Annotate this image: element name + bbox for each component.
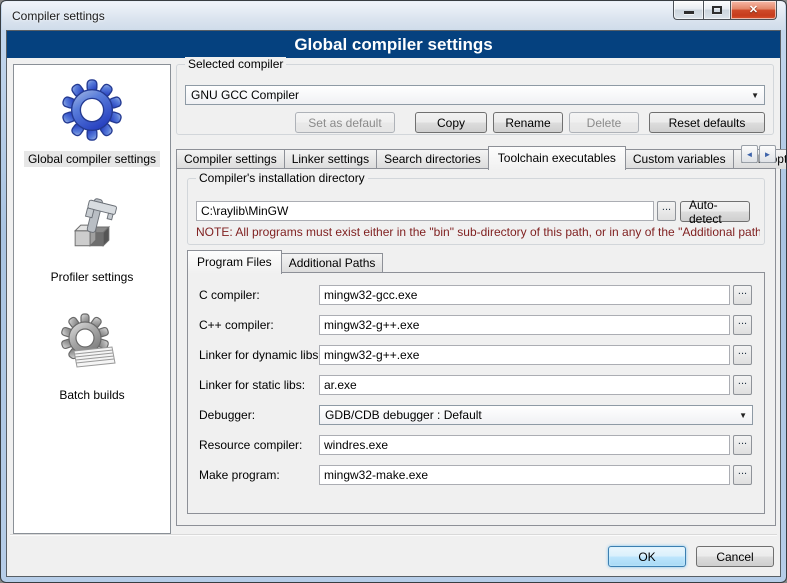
dialog-footer: OK Cancel: [7, 546, 774, 570]
settings-sidebar: Global compiler settings: [13, 64, 171, 534]
compiler-select[interactable]: GNU GCC Compiler ▼: [185, 85, 765, 105]
sidebar-item-profiler-settings[interactable]: Profiler settings: [14, 195, 170, 285]
chevron-down-icon: ▼: [751, 92, 759, 100]
static-linker-input[interactable]: [319, 375, 730, 395]
close-icon: ✕: [749, 5, 758, 16]
rename-button[interactable]: Rename: [493, 112, 563, 133]
page-title: Global compiler settings: [294, 35, 492, 55]
tab-toolchain-executables[interactable]: Toolchain executables: [488, 146, 626, 170]
field-label: C compiler:: [199, 288, 319, 302]
window-title: Compiler settings: [12, 9, 105, 23]
blue-gear-icon: [61, 79, 123, 141]
dialog-client-area: Global compiler settings: [6, 30, 781, 577]
selected-compiler-group-label: Selected compiler: [185, 57, 286, 71]
sidebar-item-global-compiler-settings[interactable]: Global compiler settings: [14, 79, 170, 167]
browse-resource-compiler-button[interactable]: ...: [733, 435, 752, 455]
dynamic-linker-input[interactable]: [319, 345, 730, 365]
tab-search-directories[interactable]: Search directories: [376, 149, 489, 169]
field-label: Make program:: [199, 468, 319, 482]
ok-button[interactable]: OK: [608, 546, 686, 567]
program-files-panel: C compiler: ... C++ compiler: ... Linker…: [187, 272, 765, 514]
field-row-resource-compiler: Resource compiler: ...: [188, 435, 764, 455]
tab-compiler-settings[interactable]: Compiler settings: [176, 149, 285, 169]
field-row-make-program: Make program: ...: [188, 465, 764, 485]
title-bar[interactable]: Compiler settings: [2, 2, 785, 30]
make-program-input[interactable]: [319, 465, 730, 485]
browse-directory-button[interactable]: ...: [657, 201, 676, 221]
field-row-cpp-compiler: C++ compiler: ...: [188, 315, 764, 335]
tab-custom-variables[interactable]: Custom variables: [625, 149, 734, 169]
caliper-icon: [62, 195, 122, 259]
program-subtabs: Program Files Additional Paths: [187, 252, 382, 273]
maximize-button[interactable]: [703, 1, 731, 20]
installation-directory-label: Compiler's installation directory: [196, 171, 368, 185]
browse-make-program-button[interactable]: ...: [733, 465, 752, 485]
compiler-select-value: GNU GCC Compiler: [191, 88, 299, 102]
set-as-default-button[interactable]: Set as default: [295, 112, 395, 133]
tab-scroll-left-icon[interactable]: ◄: [741, 145, 758, 163]
subtab-program-files[interactable]: Program Files: [187, 250, 282, 274]
reset-defaults-button[interactable]: Reset defaults: [649, 112, 765, 133]
maximize-icon: [712, 6, 722, 14]
installation-note: NOTE: All programs must exist either in …: [196, 225, 760, 239]
field-label: Linker for dynamic libs:: [199, 348, 319, 362]
delete-button[interactable]: Delete: [569, 112, 639, 133]
cpp-compiler-input[interactable]: [319, 315, 730, 335]
footer-divider: [10, 534, 777, 535]
copy-button[interactable]: Copy: [415, 112, 487, 133]
c-compiler-input[interactable]: [319, 285, 730, 305]
minimize-icon: [684, 11, 694, 14]
installation-directory-input[interactable]: [196, 201, 654, 221]
window-controls: ✕: [673, 1, 777, 20]
chevron-down-icon: ▼: [739, 412, 747, 420]
field-label: Linker for static libs:: [199, 378, 319, 392]
field-label: C++ compiler:: [199, 318, 319, 332]
field-label: Resource compiler:: [199, 438, 319, 452]
debugger-select[interactable]: GDB/CDB debugger : Default ▼: [319, 405, 753, 425]
toolchain-executables-panel: Compiler's installation directory ... Au…: [176, 168, 776, 526]
field-row-debugger: Debugger: GDB/CDB debugger : Default ▼: [188, 405, 764, 425]
cancel-button[interactable]: Cancel: [696, 546, 774, 567]
settings-tabs: Compiler settings Linker settings Search…: [176, 145, 776, 169]
field-row-c-compiler: C compiler: ...: [188, 285, 764, 305]
tab-linker-settings[interactable]: Linker settings: [284, 149, 377, 169]
compiler-actions: Set as default Copy Rename Delete Reset …: [185, 112, 765, 133]
debugger-select-value: GDB/CDB debugger : Default: [325, 408, 482, 422]
field-row-dynamic-linker: Linker for dynamic libs: ...: [188, 345, 764, 365]
gray-gear-papers-icon: [60, 313, 124, 377]
browse-c-compiler-button[interactable]: ...: [733, 285, 752, 305]
auto-detect-button[interactable]: Auto-detect: [680, 201, 750, 222]
compiler-settings-window: Compiler settings ✕ Global compiler sett…: [0, 0, 787, 583]
sidebar-item-batch-builds[interactable]: Batch builds: [14, 313, 170, 403]
installation-directory-group: Compiler's installation directory ... Au…: [187, 178, 765, 245]
resource-compiler-input[interactable]: [319, 435, 730, 455]
sidebar-item-label: Batch builds: [55, 387, 128, 403]
installation-directory-row: ... Auto-detect: [196, 201, 756, 221]
close-button[interactable]: ✕: [731, 1, 777, 20]
sidebar-item-label: Global compiler settings: [24, 151, 160, 167]
browse-static-linker-button[interactable]: ...: [733, 375, 752, 395]
dialog-header: Global compiler settings: [7, 31, 780, 58]
selected-compiler-group: Selected compiler GNU GCC Compiler ▼ Set…: [176, 64, 774, 135]
tab-scroll-right-icon[interactable]: ►: [759, 145, 776, 163]
sidebar-item-label: Profiler settings: [47, 269, 138, 285]
browse-dynamic-linker-button[interactable]: ...: [733, 345, 752, 365]
minimize-button[interactable]: [673, 1, 703, 20]
browse-cpp-compiler-button[interactable]: ...: [733, 315, 752, 335]
field-label: Debugger:: [199, 408, 319, 422]
subtab-additional-paths[interactable]: Additional Paths: [281, 253, 384, 273]
field-row-static-linker: Linker for static libs: ...: [188, 375, 764, 395]
tab-scroll-buttons: ◄ ►: [741, 145, 776, 163]
